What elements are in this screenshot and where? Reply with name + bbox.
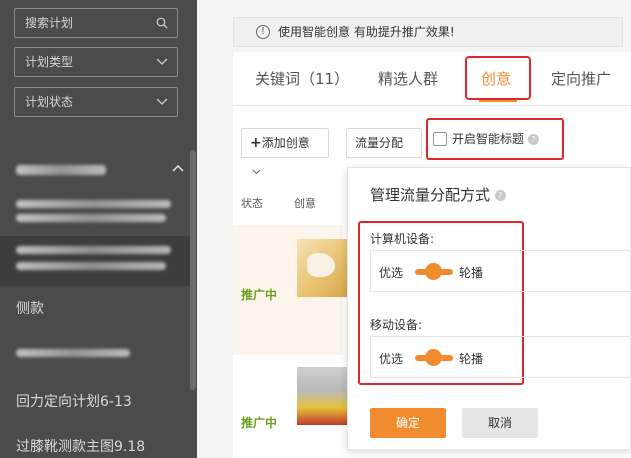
help-icon[interactable]: ? bbox=[527, 134, 539, 145]
search-icon[interactable] bbox=[156, 9, 168, 37]
traffic-allocation-popover: 管理流量分配方式 ? 计算机设备: 优选 轮播 移动设备: 优选 轮播 确定 取… bbox=[347, 167, 631, 450]
chevron-up-icon[interactable] bbox=[172, 161, 184, 176]
sidebar: 搜索计划 计划类型 计划状态 侧款 回力定向计划6-13 过膝靴测款主图9.18 bbox=[0, 0, 197, 458]
chevron-down-icon bbox=[156, 48, 168, 76]
status-badge: 推广中 bbox=[241, 288, 278, 302]
plus-icon: + bbox=[250, 135, 262, 151]
smart-title-checkbox[interactable] bbox=[433, 132, 447, 146]
sidebar-item-1[interactable]: 回力定向计划6-13 bbox=[16, 391, 132, 411]
option-preferred[interactable]: 优选 bbox=[379, 350, 403, 367]
mobile-device-toggle-box: 优选 轮播 bbox=[370, 336, 631, 378]
sidebar-item-0[interactable]: 侧款 bbox=[16, 298, 44, 318]
notice-text: 使用智能创意 有助提升推广效果! bbox=[278, 25, 455, 39]
chevron-down-icon bbox=[252, 169, 261, 174]
sidebar-item-blurred-3[interactable] bbox=[16, 349, 132, 357]
creative-thumbnail[interactable] bbox=[297, 239, 347, 297]
plan-status-label: 计划状态 bbox=[25, 95, 74, 109]
traffic-allocation-button[interactable]: 流量分配 bbox=[346, 128, 422, 174]
allocation-slider-handle[interactable] bbox=[425, 263, 442, 280]
sidebar-item-blurred-2[interactable] bbox=[16, 246, 176, 270]
status-badge: 推广中 bbox=[241, 416, 278, 430]
add-creative-button[interactable]: +添加创意 bbox=[241, 128, 329, 174]
tab-audience[interactable]: 精选人群 bbox=[378, 68, 438, 89]
tab-keywords[interactable]: 关键词（11） bbox=[255, 68, 349, 89]
popover-title: 管理流量分配方式 ? bbox=[370, 184, 506, 205]
creative-thumbnail[interactable] bbox=[297, 367, 347, 425]
search-placeholder: 搜索计划 bbox=[25, 16, 74, 30]
column-header-creative: 创意 bbox=[294, 197, 316, 210]
confirm-button[interactable]: 确定 bbox=[370, 408, 446, 438]
column-header-status: 状态 bbox=[241, 197, 263, 210]
plan-type-select[interactable]: 计划类型 bbox=[14, 47, 178, 77]
option-rotate[interactable]: 轮播 bbox=[459, 350, 483, 367]
cancel-button[interactable]: 取消 bbox=[462, 408, 538, 438]
computer-device-toggle-box: 优选 轮播 bbox=[370, 250, 631, 292]
computer-device-label: 计算机设备: bbox=[370, 232, 435, 246]
smart-title-label[interactable]: 开启智能标题 ? bbox=[452, 130, 539, 147]
notice-bar: ! 使用智能创意 有助提升推广效果! bbox=[233, 17, 623, 47]
search-input[interactable]: 搜索计划 bbox=[14, 8, 178, 38]
tab-bar: 关键词（11） 精选人群 创意 定向推广 bbox=[233, 52, 631, 106]
help-icon[interactable]: ? bbox=[494, 190, 506, 201]
tab-targeting[interactable]: 定向推广 bbox=[551, 68, 611, 89]
chevron-down-icon bbox=[156, 88, 168, 116]
mobile-device-label: 移动设备: bbox=[370, 318, 423, 332]
tab-active-indicator bbox=[479, 100, 517, 102]
blurred-text bbox=[16, 165, 106, 175]
sidebar-item-2[interactable]: 过膝靴测款主图9.18 bbox=[16, 436, 145, 456]
sidebar-item-blurred-1[interactable] bbox=[16, 200, 176, 222]
main-panel: ! 使用智能创意 有助提升推广效果! 关键词（11） 精选人群 创意 定向推广 … bbox=[197, 0, 631, 458]
allocation-slider-handle[interactable] bbox=[425, 349, 442, 366]
sidebar-scrollbar[interactable] bbox=[190, 150, 196, 390]
option-rotate[interactable]: 轮播 bbox=[459, 264, 483, 281]
highlight-frame bbox=[465, 56, 531, 100]
info-icon: ! bbox=[256, 25, 270, 39]
plan-status-select[interactable]: 计划状态 bbox=[14, 87, 178, 117]
option-preferred[interactable]: 优选 bbox=[379, 264, 403, 281]
plan-type-label: 计划类型 bbox=[25, 55, 74, 69]
